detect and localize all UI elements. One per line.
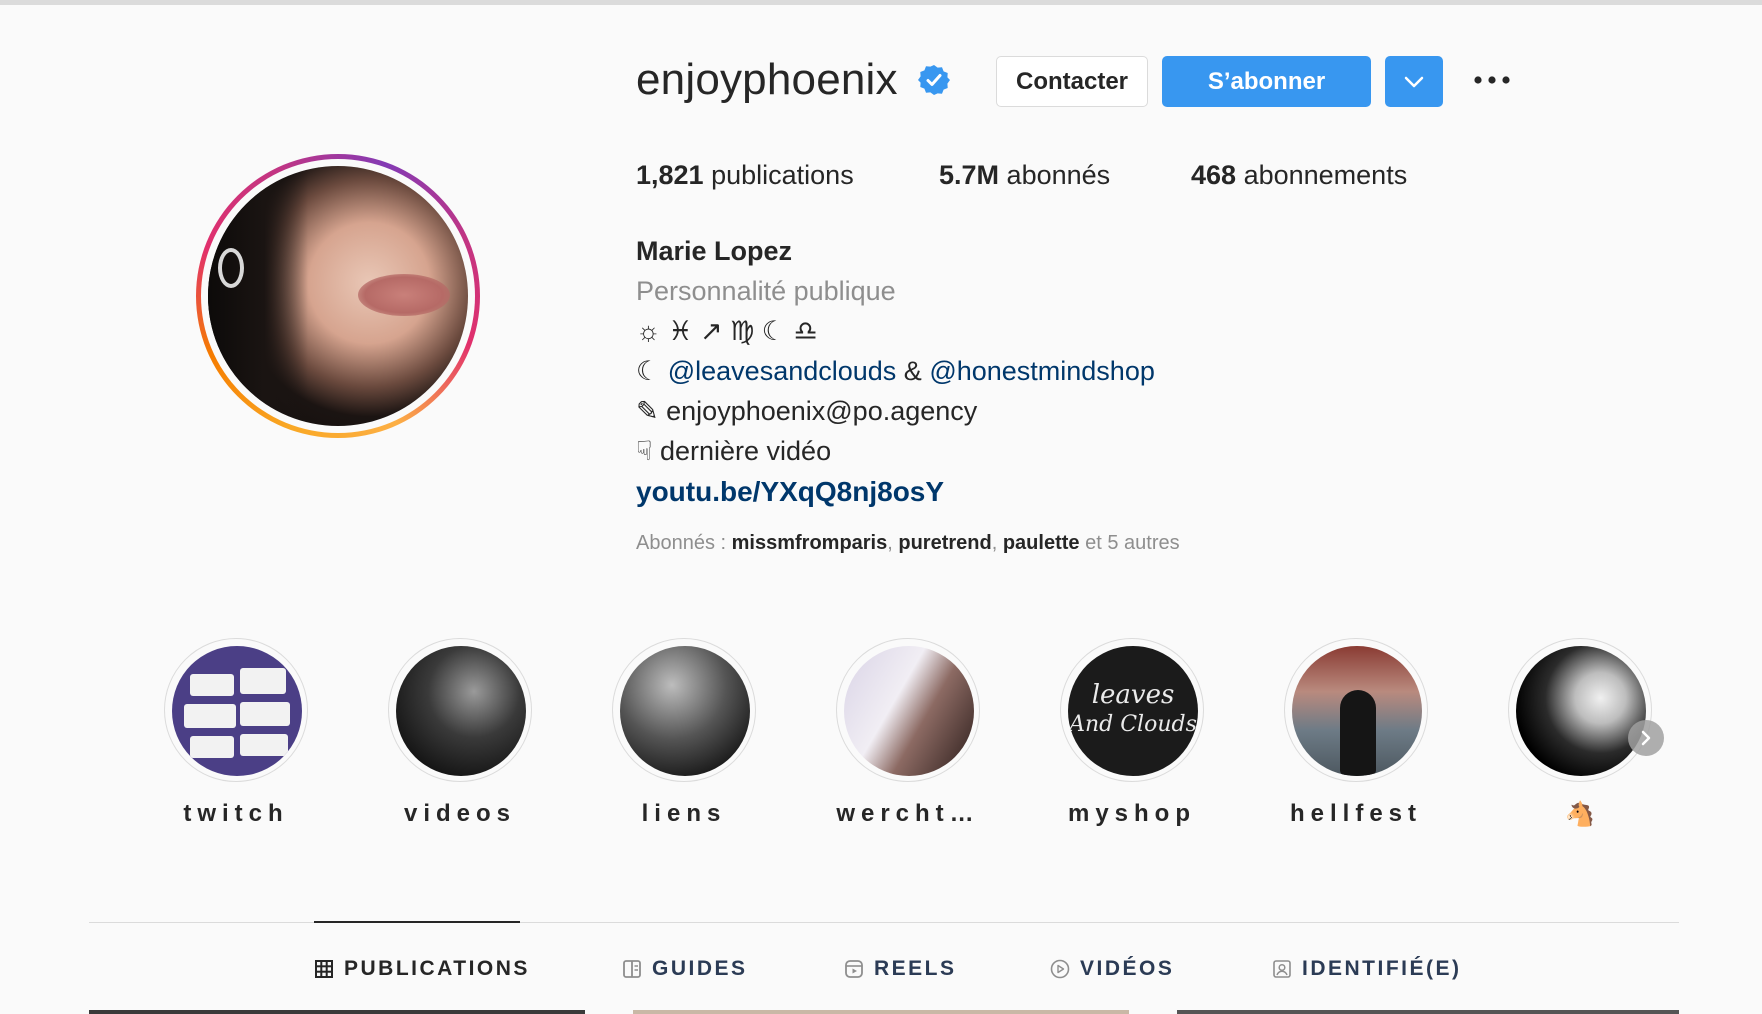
play-icon <box>1050 959 1070 979</box>
mention-link-leavesandclouds[interactable]: @leavesandclouds <box>668 356 897 386</box>
tab-tagged[interactable]: IDENTIFIÉ(E) <box>1272 955 1462 983</box>
highlight-cover-hellfest <box>1292 646 1422 776</box>
mention-link-honestmindshop[interactable]: @honestmindshop <box>929 356 1155 386</box>
highlight-label: videos <box>403 800 517 827</box>
highlight-ring <box>1284 638 1428 782</box>
avatar-lips <box>358 274 450 316</box>
highlight-label: hellfest <box>1289 800 1423 827</box>
tab-label: VIDÉOS <box>1080 957 1175 980</box>
tagged-icon <box>1273 960 1291 978</box>
highlight-cover-werchter <box>844 646 974 776</box>
profile-category: Personnalité publique <box>636 276 896 306</box>
bio-video-line: ☟ dernière vidéo <box>636 436 831 467</box>
highlights-next-button[interactable] <box>1628 720 1664 756</box>
highlight-ring <box>836 638 980 782</box>
neon-sign-text: leaves <box>1091 680 1175 710</box>
highlight-hellfest[interactable]: hellfest <box>1282 638 1430 828</box>
highlight-cover-liens <box>620 646 750 776</box>
tab-label: IDENTIFIÉ(E) <box>1302 957 1462 980</box>
highlight-label: twitch <box>183 800 289 827</box>
tab-label: PUBLICATIONS <box>344 957 530 980</box>
highlight-cover-twitch <box>172 646 302 776</box>
bio-and-text: & <box>896 356 930 386</box>
grid-icon <box>315 960 333 978</box>
highlight-cover-myshop: leaves And Clouds <box>1068 646 1198 776</box>
profile-avatar[interactable] <box>196 154 480 438</box>
post-thumbnail-edge[interactable] <box>633 1010 1129 1014</box>
highlight-ring <box>388 638 532 782</box>
bio-video-text: dernière vidéo <box>659 436 832 466</box>
contact-button[interactable]: Contacter <box>996 56 1148 107</box>
highlight-cover-videos <box>396 646 526 776</box>
profile-username: enjoyphoenix <box>636 55 898 104</box>
highlight-videos[interactable]: videos <box>386 638 534 828</box>
follow-button[interactable]: S’abonner <box>1162 56 1371 107</box>
suggested-accounts-button[interactable] <box>1385 56 1443 107</box>
highlight-twitch[interactable]: twitch <box>162 638 310 828</box>
followed-by-name: puretrend <box>898 532 992 554</box>
pointing-down-emoji: ☟ <box>636 436 653 466</box>
avatar-earring <box>218 248 244 288</box>
tab-label: REELS <box>874 957 957 980</box>
guide-icon <box>623 960 641 978</box>
highlight-ring <box>612 638 756 782</box>
pencil-emoji: ✎ <box>636 396 659 426</box>
followed-by-name: paulette <box>1002 532 1080 554</box>
followed-by-prefix: Abonnés : <box>636 532 732 554</box>
post-thumbnail-edge[interactable] <box>1177 1010 1679 1014</box>
highlight-liens[interactable]: liens <box>610 638 758 828</box>
posts-count-value: 1,821 <box>636 160 704 190</box>
highlight-cover-horse <box>1516 646 1646 776</box>
bio-external-link[interactable]: youtu.be/YXqQ8nj8osY <box>636 476 944 508</box>
person-silhouette <box>1340 690 1376 776</box>
followed-by-line[interactable]: Abonnés : missmfromparis, puretrend, pau… <box>636 532 1180 555</box>
following-count-value: 468 <box>1191 160 1237 190</box>
bio-zodiac-line: ☼ ♓ ↗ ♍ ☾ ♎ <box>636 316 818 346</box>
avatar-hair <box>208 166 308 426</box>
highlight-ring <box>1508 638 1652 782</box>
posts-count-label: publications <box>711 160 854 190</box>
highlight-label: wercht… <box>836 800 980 827</box>
more-options-icon[interactable] <box>1472 72 1512 88</box>
post-thumbnail-edge[interactable] <box>89 1010 585 1014</box>
tab-videos[interactable]: VIDÉOS <box>1050 955 1174 983</box>
followers-count-label: abonnés <box>1006 160 1111 190</box>
highlight-myshop[interactable]: leaves And Clouds myshop <box>1058 638 1206 828</box>
highlight-ring: leaves And Clouds <box>1060 638 1204 782</box>
bio-email-line: ✎ enjoyphoenix@po.agency <box>636 396 977 427</box>
followed-by-name: missmfromparis <box>731 532 888 554</box>
highlight-ring <box>164 638 308 782</box>
highlight-label: liens <box>641 800 727 827</box>
followed-by-suffix: et 5 autres <box>1085 532 1180 554</box>
tab-guides[interactable]: GUIDES <box>622 955 748 983</box>
tab-publications[interactable]: PUBLICATIONS <box>314 955 530 983</box>
neon-sign-text: And Clouds <box>1069 712 1197 737</box>
tab-label: GUIDES <box>652 957 748 980</box>
verified-badge-icon <box>918 65 950 95</box>
following-count[interactable]: 468 abonnements <box>1191 160 1407 191</box>
moon-emoji: ☾ <box>636 356 661 386</box>
bio-mentions-line: ☾ @leavesandclouds & @honestmindshop <box>636 356 1155 387</box>
bio-email: enjoyphoenix@po.agency <box>666 396 978 426</box>
followers-count[interactable]: 5.7M abonnés <box>939 160 1110 191</box>
browser-top-border <box>0 0 1762 5</box>
followers-count-value: 5.7M <box>939 160 1000 190</box>
reels-icon <box>845 960 863 978</box>
following-count-label: abonnements <box>1243 160 1408 190</box>
active-tab-indicator <box>314 921 520 923</box>
highlight-label: myshop <box>1067 800 1196 827</box>
highlight-werchter[interactable]: wercht… <box>834 638 982 828</box>
profile-full-name: Marie Lopez <box>636 236 793 266</box>
tab-reels[interactable]: REELS <box>844 955 957 983</box>
highlight-label: 🐴 <box>1565 801 1595 828</box>
posts-count: 1,821 publications <box>636 160 854 191</box>
chevron-right-icon <box>1641 730 1651 746</box>
avatar-photo <box>208 166 468 426</box>
chevron-down-icon <box>1404 76 1424 87</box>
